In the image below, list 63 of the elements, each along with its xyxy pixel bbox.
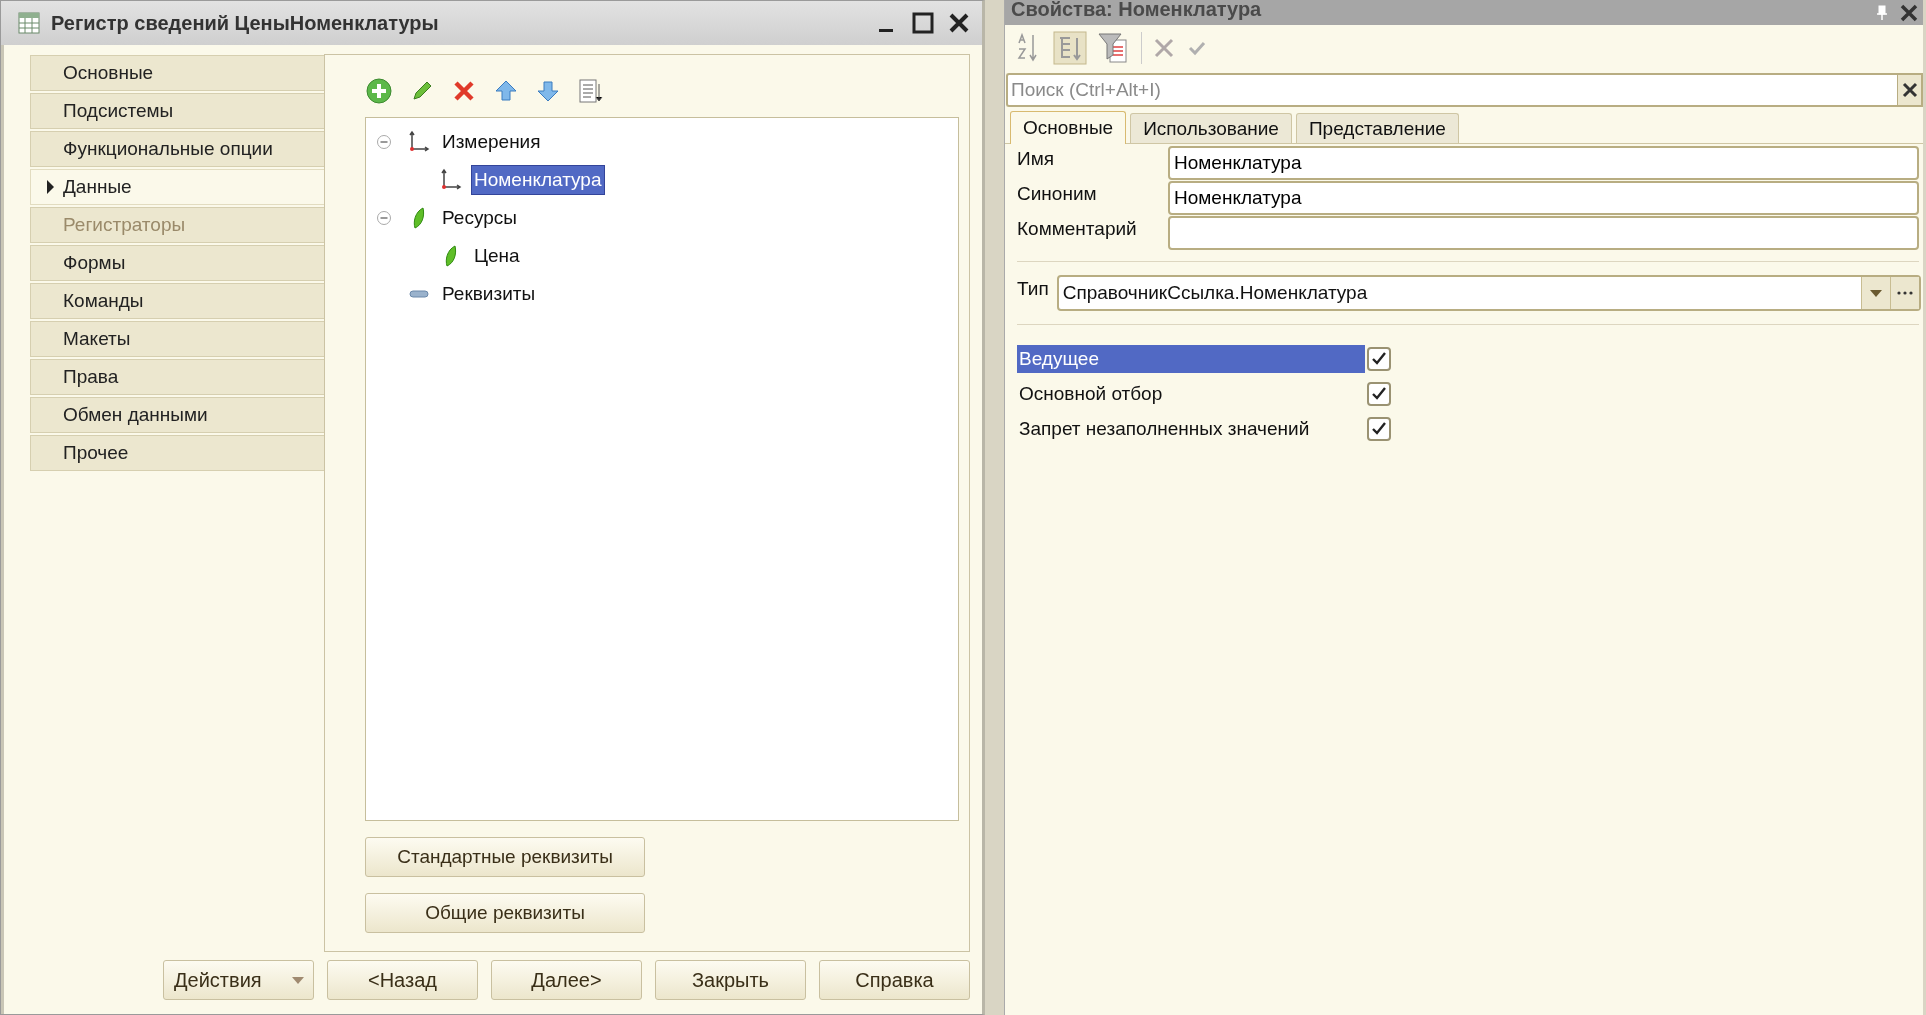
caret-icon <box>291 975 305 985</box>
sidebar-tab[interactable]: Обмен данными <box>30 397 324 433</box>
list-sort-icon[interactable] <box>577 78 603 104</box>
tab[interactable]: Представление <box>1295 113 1459 143</box>
field-label: Тип <box>1017 278 1049 300</box>
field-label: Синоним <box>1017 183 1098 205</box>
cancel-icon[interactable] <box>1152 36 1176 60</box>
sidebar-tab[interactable]: Права <box>30 359 324 395</box>
actions-menu-button[interactable]: Действия <box>163 960 314 1000</box>
panel-button[interactable]: Общие реквизиты <box>365 893 645 933</box>
footer-button[interactable]: Закрыть <box>655 960 806 1000</box>
field-label: Комментарий <box>1017 218 1138 240</box>
table-icon <box>17 11 41 35</box>
panel-title: Свойства: Номенклатура <box>1011 0 1263 20</box>
tab[interactable]: Основные <box>1010 111 1127 144</box>
tree-item[interactable]: Номенклатура <box>472 166 604 194</box>
dash-icon <box>408 288 430 300</box>
clear-icon[interactable] <box>1900 81 1919 99</box>
property-label[interactable]: Запрет незаполненных значений <box>1017 414 1365 443</box>
sidebar-tab[interactable]: Основные <box>30 55 324 91</box>
collapse-icon[interactable] <box>376 134 392 150</box>
search-field[interactable]: Поиск (Ctrl+Alt+I) <box>1006 73 1897 107</box>
tree-item[interactable]: Цена <box>472 242 522 270</box>
axes-icon <box>407 130 431 154</box>
footer-button[interactable]: Далее> <box>491 960 642 1000</box>
arrow-up-icon[interactable] <box>493 78 519 104</box>
arrow-down-icon[interactable] <box>535 78 561 104</box>
sidebar-tab[interactable]: Подсистемы <box>30 93 324 129</box>
maximize-icon[interactable] <box>912 12 934 34</box>
checkbox[interactable] <box>1367 416 1391 441</box>
tree-item[interactable]: Реквизиты <box>440 280 538 308</box>
current-item-icon <box>45 179 55 195</box>
text-field[interactable]: Номенклатура <box>1168 146 1919 180</box>
footer-button[interactable]: <Назад <box>327 960 478 1000</box>
property-label[interactable]: Основной отбор <box>1017 379 1365 408</box>
sidebar-tab[interactable]: Формы <box>30 245 324 281</box>
property-label[interactable]: Ведущее <box>1017 344 1365 373</box>
tree-item[interactable]: Ресурсы <box>440 204 519 232</box>
add-icon[interactable] <box>365 77 393 105</box>
text-field[interactable] <box>1168 216 1919 250</box>
sidebar-tab[interactable]: Прочее <box>30 435 324 471</box>
tree-item[interactable]: Измерения <box>440 128 543 156</box>
close-icon[interactable] <box>948 12 970 34</box>
hierarchy-icon[interactable] <box>1053 31 1087 65</box>
tab[interactable]: Использование <box>1130 113 1292 143</box>
close-icon[interactable] <box>1899 2 1919 23</box>
pin-icon[interactable] <box>1875 3 1889 22</box>
axes-icon <box>439 168 463 192</box>
sidebar-tab[interactable]: Команды <box>30 283 324 319</box>
field-label: Имя <box>1017 148 1055 170</box>
dropdown-icon[interactable] <box>1869 288 1883 298</box>
ellipsis-icon[interactable] <box>1896 290 1914 296</box>
type-field[interactable]: СправочникСсылка.Номенклатура <box>1056 275 1921 311</box>
window-title: Регистр сведений ЦеныНоменклатуры <box>51 11 440 35</box>
text-field[interactable]: Номенклатура <box>1168 181 1919 215</box>
sidebar-tab[interactable]: Данные <box>30 169 324 205</box>
checkbox[interactable] <box>1367 381 1391 406</box>
panel-button[interactable]: Стандартные реквизиты <box>365 837 645 877</box>
sidebar-tab[interactable]: Макеты <box>30 321 324 357</box>
checkbox[interactable] <box>1367 346 1391 371</box>
footer-button[interactable]: Справка <box>819 960 970 1000</box>
sidebar-tab[interactable]: Функциональные опции <box>30 131 324 167</box>
collapse-icon[interactable] <box>376 210 392 226</box>
